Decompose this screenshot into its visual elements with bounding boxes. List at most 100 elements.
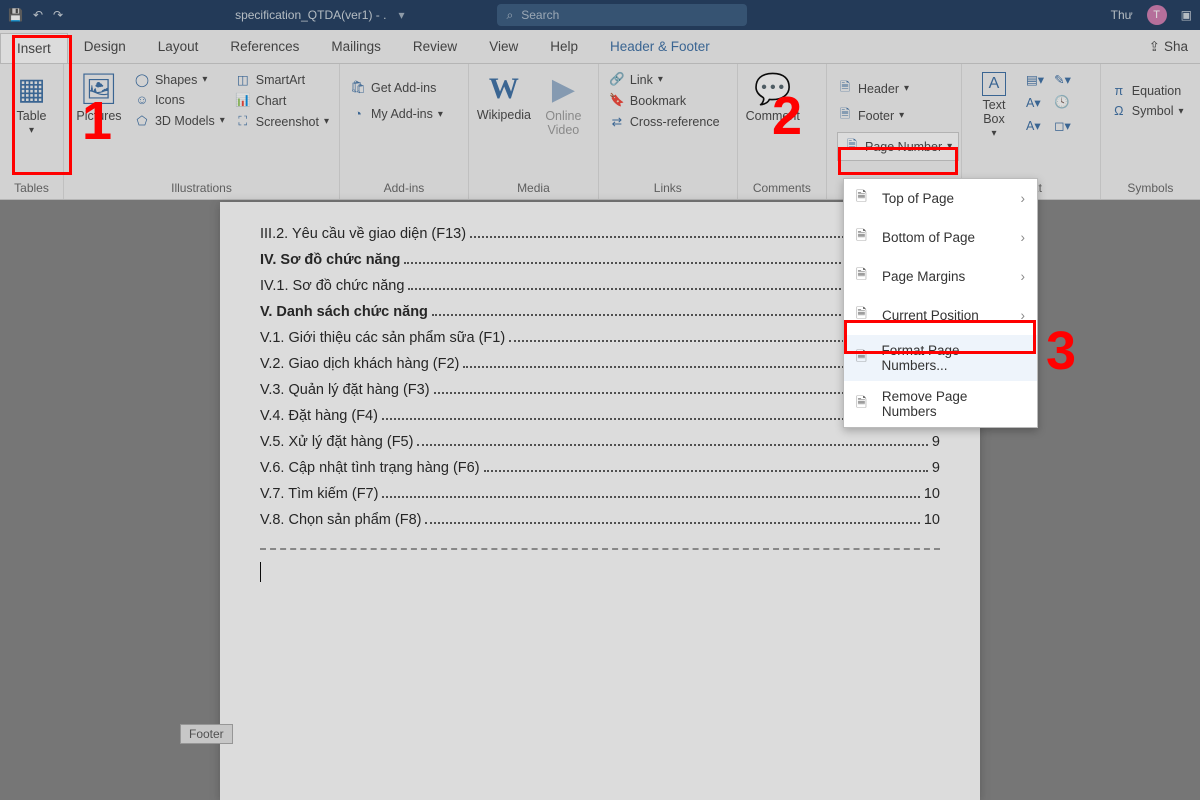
undo-icon[interactable]: ↶ xyxy=(33,8,43,22)
crossref-button[interactable]: ⇄Cross-reference xyxy=(609,114,720,129)
datetime-icon[interactable]: 🕓 xyxy=(1054,95,1071,110)
toc-title: V.7. Tìm kiếm (F7) xyxy=(260,486,378,502)
toc-title: V.6. Cập nhật tình trạng hàng (F6) xyxy=(260,460,480,476)
toc-line[interactable]: III.2. Yêu cầu về giao diện (F13) xyxy=(260,226,940,242)
smartart-button[interactable]: ◫SmartArt xyxy=(235,72,329,87)
tab-view[interactable]: View xyxy=(473,30,534,63)
page-icon: 🗎 xyxy=(856,226,872,249)
object-icon[interactable]: ◻▾ xyxy=(1054,118,1071,133)
textbox-icon: A xyxy=(982,72,1006,96)
equation-button[interactable]: πEquation xyxy=(1111,84,1184,98)
chevron-right-icon: › xyxy=(1021,191,1026,206)
group-illustrations-label: Illustrations xyxy=(74,181,329,197)
header-icon: 🗎 xyxy=(837,78,853,99)
textbox-button[interactable]: A Text Box ▾ xyxy=(972,72,1016,139)
group-addins-label: Add-ins xyxy=(350,181,458,197)
toc-dots xyxy=(484,470,928,472)
toc-title: V. Danh sách chức năng xyxy=(260,304,428,320)
bookmark-button[interactable]: 🔖Bookmark xyxy=(609,93,720,108)
footer-separator xyxy=(260,548,940,598)
dd-page-margins[interactable]: 🗎Page Margins› xyxy=(844,257,1037,296)
toc-title: V.2. Giao dịch khách hàng (F2) xyxy=(260,356,459,372)
search-icon: ⌕ xyxy=(507,8,514,23)
quickparts-icon[interactable]: ▤▾ xyxy=(1026,72,1044,87)
screenshot-button[interactable]: ⛶Screenshot▾ xyxy=(235,114,329,129)
footer-tag[interactable]: Footer xyxy=(180,724,233,744)
tab-layout[interactable]: Layout xyxy=(142,30,215,63)
tab-review[interactable]: Review xyxy=(397,30,473,63)
chart-button[interactable]: 📊Chart xyxy=(235,93,329,108)
addins-icon: ◔ xyxy=(350,107,366,121)
toc-line[interactable]: V.6. Cập nhật tình trạng hàng (F6)9 xyxy=(260,460,940,476)
chevron-down-icon[interactable]: ▾ xyxy=(398,8,404,22)
toc-line[interactable]: V.4. Đặt hàng (F4)8 xyxy=(260,408,940,424)
shapes-button[interactable]: ◯Shapes▾ xyxy=(134,72,225,87)
window-restore-icon[interactable]: ▣ xyxy=(1181,8,1192,22)
dd-current-position[interactable]: 🗎Current Position› xyxy=(844,296,1037,335)
signature-icon[interactable]: ✎▾ xyxy=(1054,72,1071,87)
wordart-icon[interactable]: A▾ xyxy=(1026,95,1044,110)
dd-remove-page-numbers[interactable]: 🗎Remove Page Numbers xyxy=(844,381,1037,427)
toc-page: 9 xyxy=(932,434,940,450)
dropcap-icon[interactable]: A▾ xyxy=(1026,118,1044,133)
toc-line[interactable]: V.7. Tìm kiếm (F7)10 xyxy=(260,486,940,502)
search-placeholder: Search xyxy=(521,8,559,22)
footer-icon: 🗎 xyxy=(837,105,853,126)
toc-line[interactable]: V.5. Xử lý đặt hàng (F5) 9 xyxy=(260,434,940,450)
my-addins-button[interactable]: ◔My Add-ins▾ xyxy=(350,107,443,121)
chevron-right-icon: › xyxy=(1021,308,1026,323)
chevron-right-icon: › xyxy=(1021,230,1026,245)
table-icon: ▦ xyxy=(17,72,45,107)
share-button[interactable]: ⇪ Sha xyxy=(1137,39,1200,55)
group-comments-label: Comments xyxy=(748,181,816,197)
tab-header-footer[interactable]: Header & Footer xyxy=(594,30,726,63)
dd-top-of-page[interactable]: 🗎Top of Page› xyxy=(844,179,1037,218)
online-video-button[interactable]: ▶ Online Video xyxy=(539,72,588,137)
annotation-3: 3 xyxy=(1046,320,1076,382)
toc-line[interactable]: IV.1. Sơ đồ chức năng xyxy=(260,278,940,294)
toc-title: III.2. Yêu cầu về giao diện (F13) xyxy=(260,226,466,242)
toc-line[interactable]: V.8. Chọn sản phẩm (F8)10 xyxy=(260,512,940,528)
wikipedia-icon: W xyxy=(489,72,519,106)
toc-title: V.5. Xử lý đặt hàng (F5) xyxy=(260,434,413,450)
table-button[interactable]: ▦ Table ▾ xyxy=(10,72,53,136)
toc-line[interactable]: V.3. Quản lý đặt hàng (F3)8 xyxy=(260,382,940,398)
page-number-icon: 🗎 xyxy=(844,136,860,157)
link-button[interactable]: 🔗Link▾ xyxy=(609,72,720,87)
tab-insert[interactable]: Insert xyxy=(0,33,68,63)
tab-references[interactable]: References xyxy=(214,30,315,63)
cube-icon: ⬠ xyxy=(134,113,150,128)
wikipedia-button[interactable]: W Wikipedia xyxy=(479,72,529,122)
shapes-icon: ◯ xyxy=(134,72,150,87)
crossref-icon: ⇄ xyxy=(609,114,625,129)
dd-format-page-numbers[interactable]: 🗎Format Page Numbers... xyxy=(844,335,1037,381)
dd-bottom-of-page[interactable]: 🗎Bottom of Page› xyxy=(844,218,1037,257)
get-addins-button[interactable]: 🛍Get Add-ins xyxy=(350,80,436,95)
toc-dots xyxy=(417,444,927,446)
symbol-icon: Ω xyxy=(1111,104,1127,118)
tab-mailings[interactable]: Mailings xyxy=(315,30,397,63)
symbol-button[interactable]: ΩSymbol▾ xyxy=(1111,104,1184,118)
user-avatar[interactable]: T xyxy=(1147,5,1167,25)
footer-button[interactable]: 🗎Footer▾ xyxy=(837,105,959,126)
header-button[interactable]: 🗎Header▾ xyxy=(837,78,959,99)
toc-line[interactable]: V. Danh sách chức năng xyxy=(260,304,940,320)
tab-help[interactable]: Help xyxy=(534,30,594,63)
page-number-dropdown: 🗎Top of Page› 🗎Bottom of Page› 🗎Page Mar… xyxy=(843,178,1038,428)
toc-line[interactable]: IV. Sơ đồ chức năng xyxy=(260,252,940,268)
3dmodels-button[interactable]: ⬠3D Models▾ xyxy=(134,113,225,128)
redo-icon[interactable]: ↷ xyxy=(53,8,63,22)
remove-icon: 🗎 xyxy=(856,393,872,416)
page-number-button[interactable]: 🗎Page Number▾ xyxy=(837,132,959,161)
user-name: Thư xyxy=(1111,8,1133,22)
search-box[interactable]: ⌕ Search xyxy=(497,4,747,26)
group-links-label: Links xyxy=(609,181,727,197)
group-media-label: Media xyxy=(479,181,588,197)
save-icon[interactable]: 💾 xyxy=(8,8,23,22)
page-icon: 🗎 xyxy=(856,187,872,210)
toc-line[interactable]: V.1. Giới thiệu các sản phẩm sữa (F1) xyxy=(260,330,940,346)
chevron-right-icon: › xyxy=(1021,269,1026,284)
tab-design[interactable]: Design xyxy=(68,30,142,63)
icons-button[interactable]: ☺Icons xyxy=(134,93,225,107)
toc-line[interactable]: V.2. Giao dịch khách hàng (F2)7 xyxy=(260,356,940,372)
